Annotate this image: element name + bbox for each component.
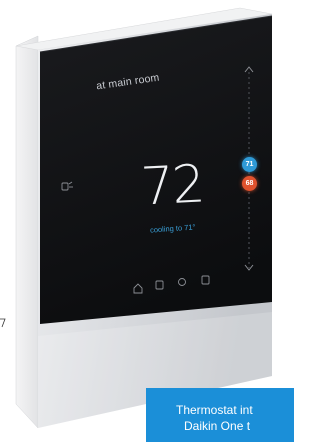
caption-line-2: Daikin One t — [184, 419, 251, 433]
cool-setpoint[interactable]: 71 — [242, 157, 257, 172]
current-temperature: 72 — [139, 154, 205, 218]
thermostat-device: at main room 72 cooling to 71° 71 68 — [10, 6, 282, 442]
room-label: at main room — [95, 71, 161, 93]
thermostat-screen: at main room 72 cooling to 71° 71 68 — [10, 6, 282, 442]
caption-banner: Thermostat int Daikin One t — [146, 388, 294, 442]
status-text: cooling to 71° — [149, 222, 196, 235]
edge-mark — [0, 318, 6, 328]
heat-setpoint[interactable]: 68 — [242, 176, 257, 191]
caption-line-1: Thermostat int — [176, 403, 253, 417]
